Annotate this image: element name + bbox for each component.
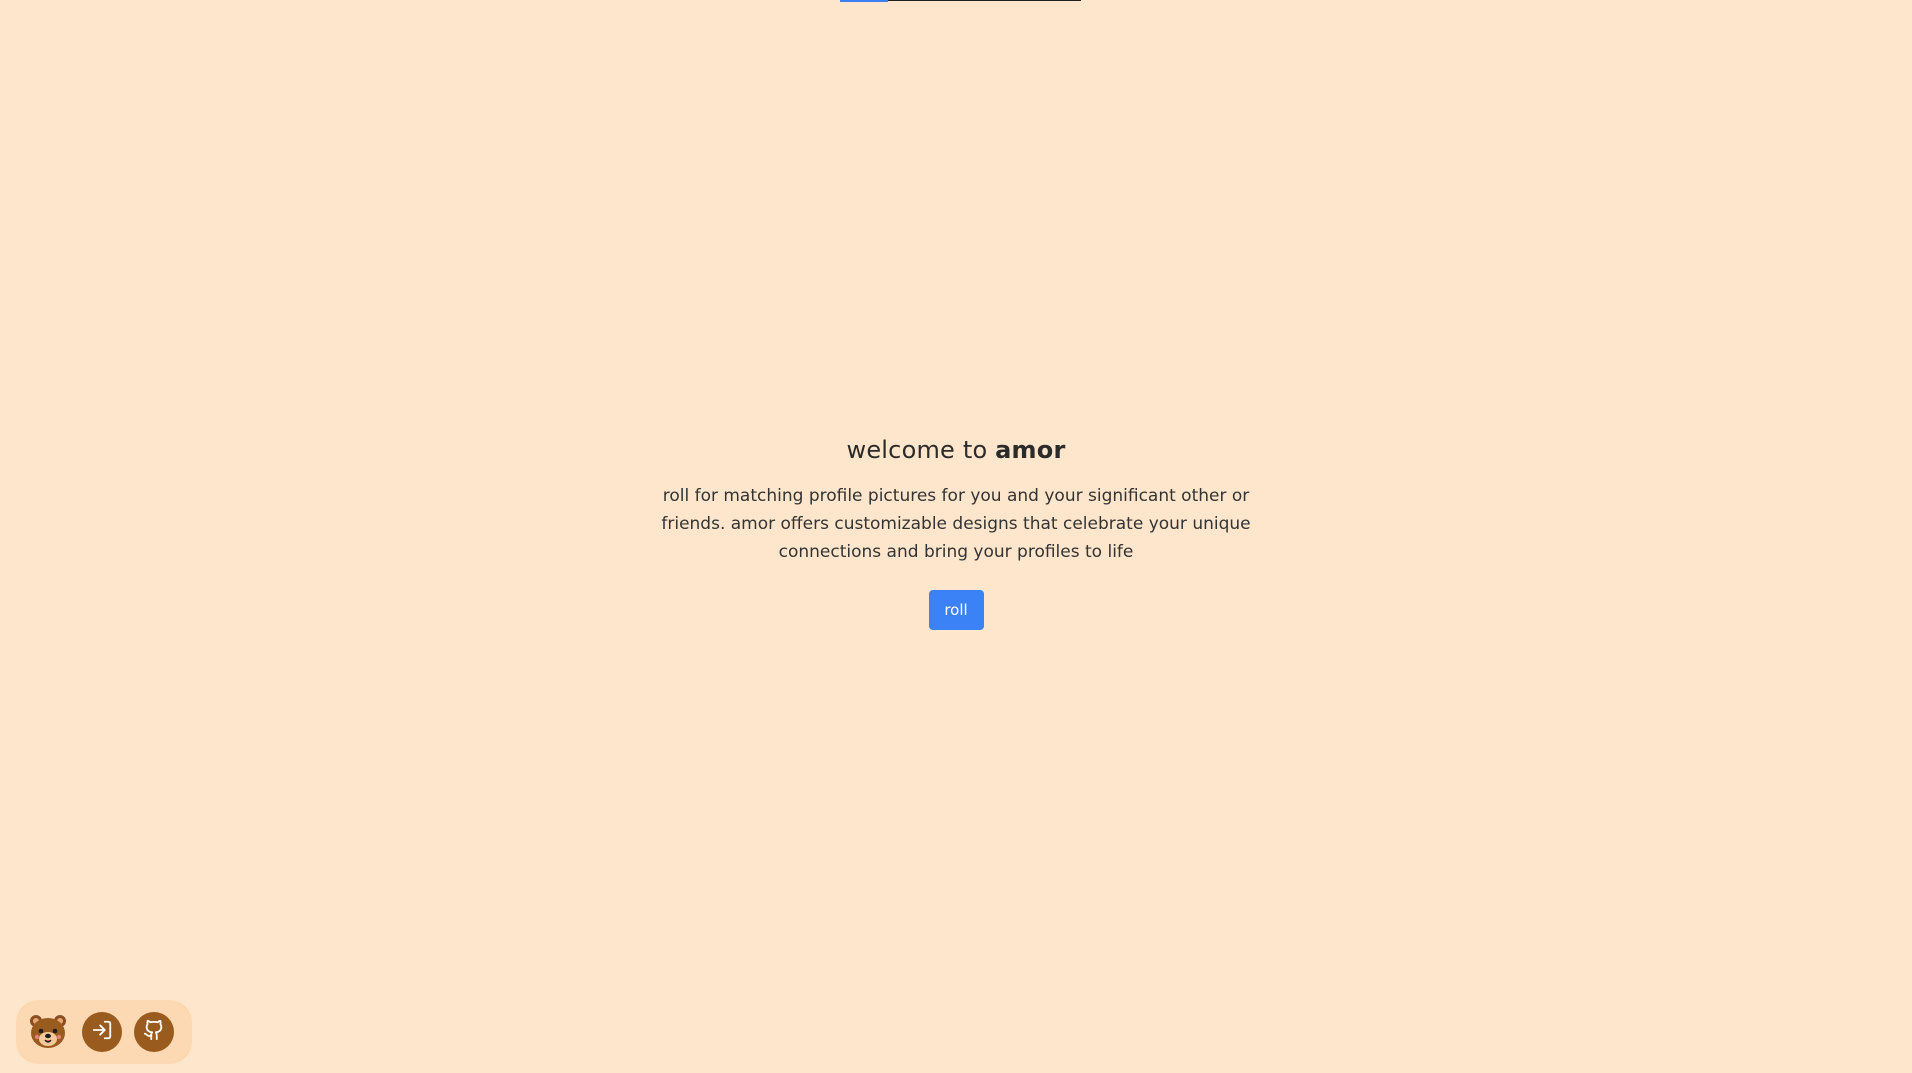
github-icon <box>143 1019 165 1045</box>
title-prefix: welcome to <box>846 436 996 464</box>
sign-in-button[interactable] <box>82 1012 122 1052</box>
sign-in-icon <box>91 1019 113 1045</box>
bottom-dock <box>16 1000 192 1064</box>
page-title: welcome to amor <box>0 436 1912 464</box>
hero-description: roll for matching profile pictures for y… <box>661 486 1251 562</box>
bear-icon[interactable] <box>26 1010 70 1054</box>
loading-progress-bar <box>840 0 1081 2</box>
github-button[interactable] <box>134 1012 174 1052</box>
brand-name: amor <box>995 436 1066 464</box>
loading-progress-fill <box>840 0 889 2</box>
roll-button[interactable]: roll <box>928 590 984 630</box>
hero-section: welcome to amor roll for matching profil… <box>0 436 1912 630</box>
